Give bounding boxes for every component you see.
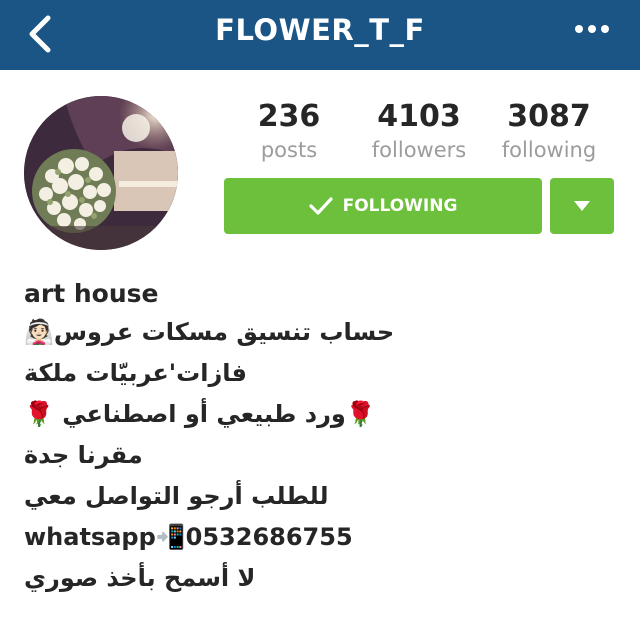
bio-line: 🌹ورد طبيعي أو اصطناعي 🌹	[24, 400, 376, 428]
suggested-accounts-dropdown-button[interactable]	[550, 178, 614, 234]
following-count: 3087	[507, 99, 591, 134]
caret-down-icon	[574, 201, 590, 211]
bio-line: مقرنا جدة	[24, 441, 143, 469]
bio-line: حساب تنسيق مسكات عروس👰🏻	[24, 318, 395, 346]
bio-line: لا أسمح بأخذ صوري	[24, 564, 256, 592]
following-stat[interactable]: 3087 following	[490, 96, 608, 162]
profile-username-title: FLOWER_T_F	[215, 13, 425, 47]
checkmark-icon	[308, 197, 333, 215]
followers-count: 4103	[377, 99, 461, 134]
followers-label: followers	[371, 138, 467, 162]
following-label: following	[501, 138, 597, 162]
more-horizontal-icon[interactable]	[574, 22, 610, 36]
top-navigation-bar: FLOWER_T_F	[0, 0, 640, 70]
profile-stats: 236 posts 4103 followers 3087 following	[0, 96, 640, 166]
followers-stat[interactable]: 4103 followers	[360, 96, 478, 162]
posts-stat[interactable]: 236 posts	[240, 96, 338, 162]
bio-line: للطلب أرجو التواصل معي	[24, 482, 329, 510]
bio-display-name: art house	[24, 279, 159, 308]
following-button[interactable]: FOLLOWING	[224, 178, 542, 234]
profile-bio: art house حساب تنسيق مسكات عروس👰🏻 فازات'…	[24, 276, 624, 599]
bio-line: فازات'عربيّات ملكة	[24, 359, 248, 387]
bio-whatsapp-line[interactable]: whatsapp📲0532686755	[24, 517, 624, 558]
posts-label: posts	[260, 138, 318, 162]
following-button-label: FOLLOWING	[342, 196, 458, 216]
posts-count: 236	[257, 99, 321, 134]
